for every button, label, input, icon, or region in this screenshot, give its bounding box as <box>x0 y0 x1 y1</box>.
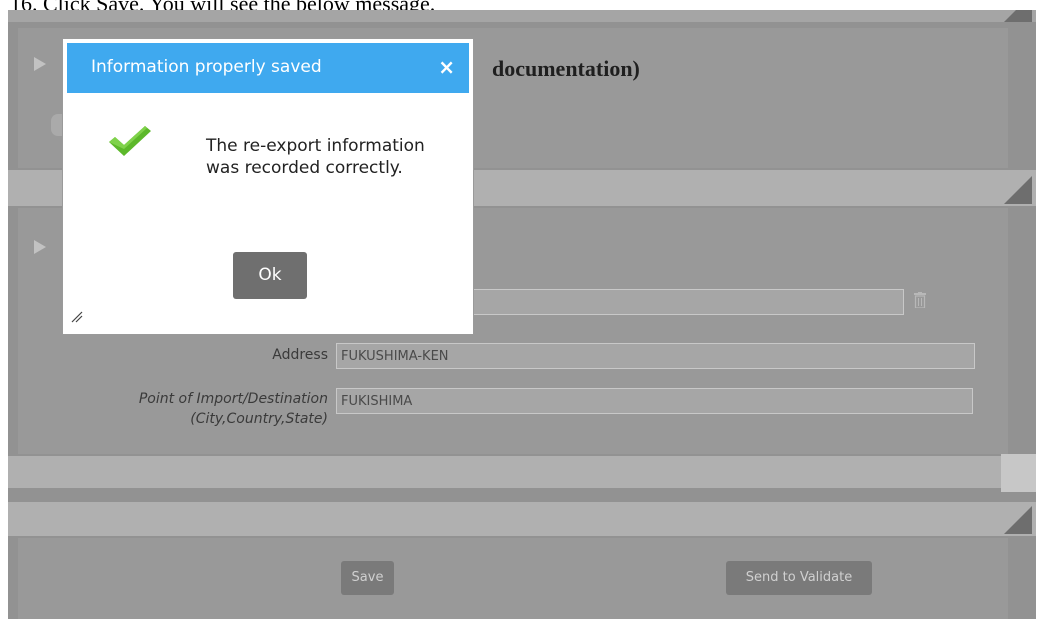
dialog-header: Information properly saved × <box>67 43 469 93</box>
address-field[interactable]: FUKUSHIMA-KEN <box>336 343 975 369</box>
separator-band <box>8 456 1036 488</box>
separator-band <box>8 502 1036 536</box>
expand-arrow-icon[interactable] <box>34 240 46 254</box>
collapse-corner-icon[interactable] <box>1004 10 1032 22</box>
close-icon[interactable]: × <box>438 55 455 79</box>
destination-field[interactable]: FUKISHIMA <box>336 388 973 414</box>
ok-button[interactable]: Ok <box>233 252 307 299</box>
expand-arrow-icon[interactable] <box>34 57 46 71</box>
trash-icon[interactable] <box>914 292 926 308</box>
destination-label-line1: Point of Import/Destination <box>138 391 328 407</box>
send-to-validate-button[interactable]: Send to Validate <box>726 561 872 595</box>
dialog-title: Information properly saved <box>91 57 322 77</box>
collapse-corner-icon[interactable] <box>1004 506 1032 534</box>
address-label: Address <box>272 347 328 363</box>
checkmark-icon <box>109 126 151 156</box>
side-strip <box>1001 454 1036 492</box>
destination-label-line2: (City,Country,State) <box>190 411 328 427</box>
saved-dialog: Information properly saved × The re-expo… <box>62 38 474 335</box>
save-button[interactable]: Save <box>341 561 394 595</box>
top-band <box>8 10 1036 22</box>
section-title: documentation) <box>492 56 640 81</box>
collapse-corner-icon[interactable] <box>1004 176 1032 204</box>
resize-grip-icon[interactable] <box>71 311 83 323</box>
dialog-message: The re-export information was recorded c… <box>206 136 425 178</box>
